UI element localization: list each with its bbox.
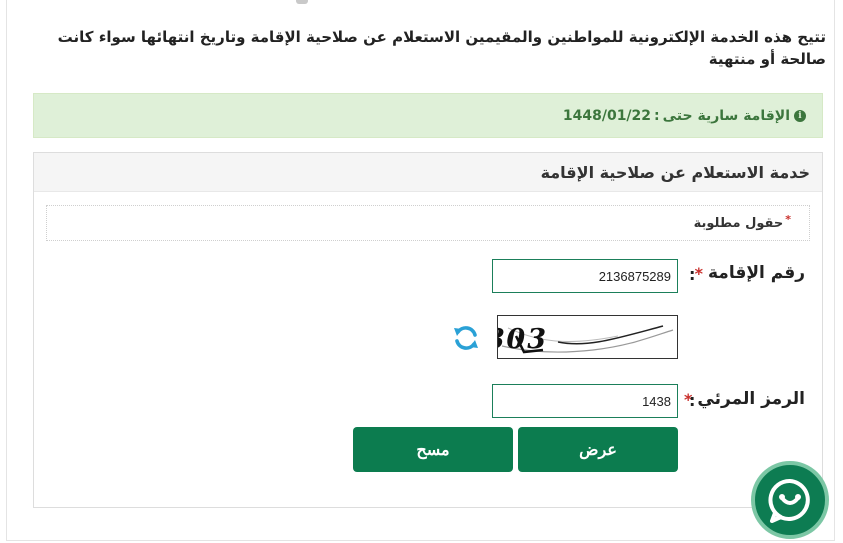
refresh-icon[interactable] (451, 323, 481, 353)
required-fields-text: حقول مطلوبة (693, 215, 784, 231)
iqama-colon: : (689, 265, 696, 284)
validity-label: الإقامة سارية حتى (662, 107, 790, 124)
captcha-label-text: الرمز المرئي (697, 389, 805, 409)
captcha-code-label: الرمز المرئي * (684, 389, 805, 409)
captcha-colon: : (689, 391, 696, 410)
iqama-number-input[interactable] (492, 259, 678, 293)
iqama-number-label: رقم الإقامة * (695, 263, 805, 283)
clear-button[interactable]: مسح (353, 427, 513, 472)
captcha-code-input[interactable] (492, 384, 678, 418)
inquiry-panel: خدمة الاستعلام عن صلاحية الإقامة * حقول … (33, 152, 823, 508)
top-edge-fragment (296, 0, 308, 4)
required-fields-note: * حقول مطلوبة (46, 205, 810, 241)
required-marker: * (785, 212, 791, 226)
validity-date: 1448/01/22 (562, 107, 652, 124)
validity-alert: i الإقامة سارية حتى : 1448/01/22 (33, 93, 823, 138)
info-icon: i (794, 109, 806, 122)
iqama-required-marker: * (694, 263, 703, 283)
captcha-image: 3803 (465, 315, 678, 359)
validity-separator: : (654, 107, 660, 124)
panel-title: خدمة الاستعلام عن صلاحية الإقامة (34, 153, 822, 192)
captcha-glyphs: 3803 (498, 324, 548, 355)
chat-support-icon[interactable] (751, 461, 829, 539)
show-button[interactable]: عرض (518, 427, 678, 472)
iqama-label-text: رقم الإقامة (707, 263, 805, 283)
service-description: تتيح هذه الخدمة الإلكترونية للمواطنين وا… (57, 28, 826, 68)
